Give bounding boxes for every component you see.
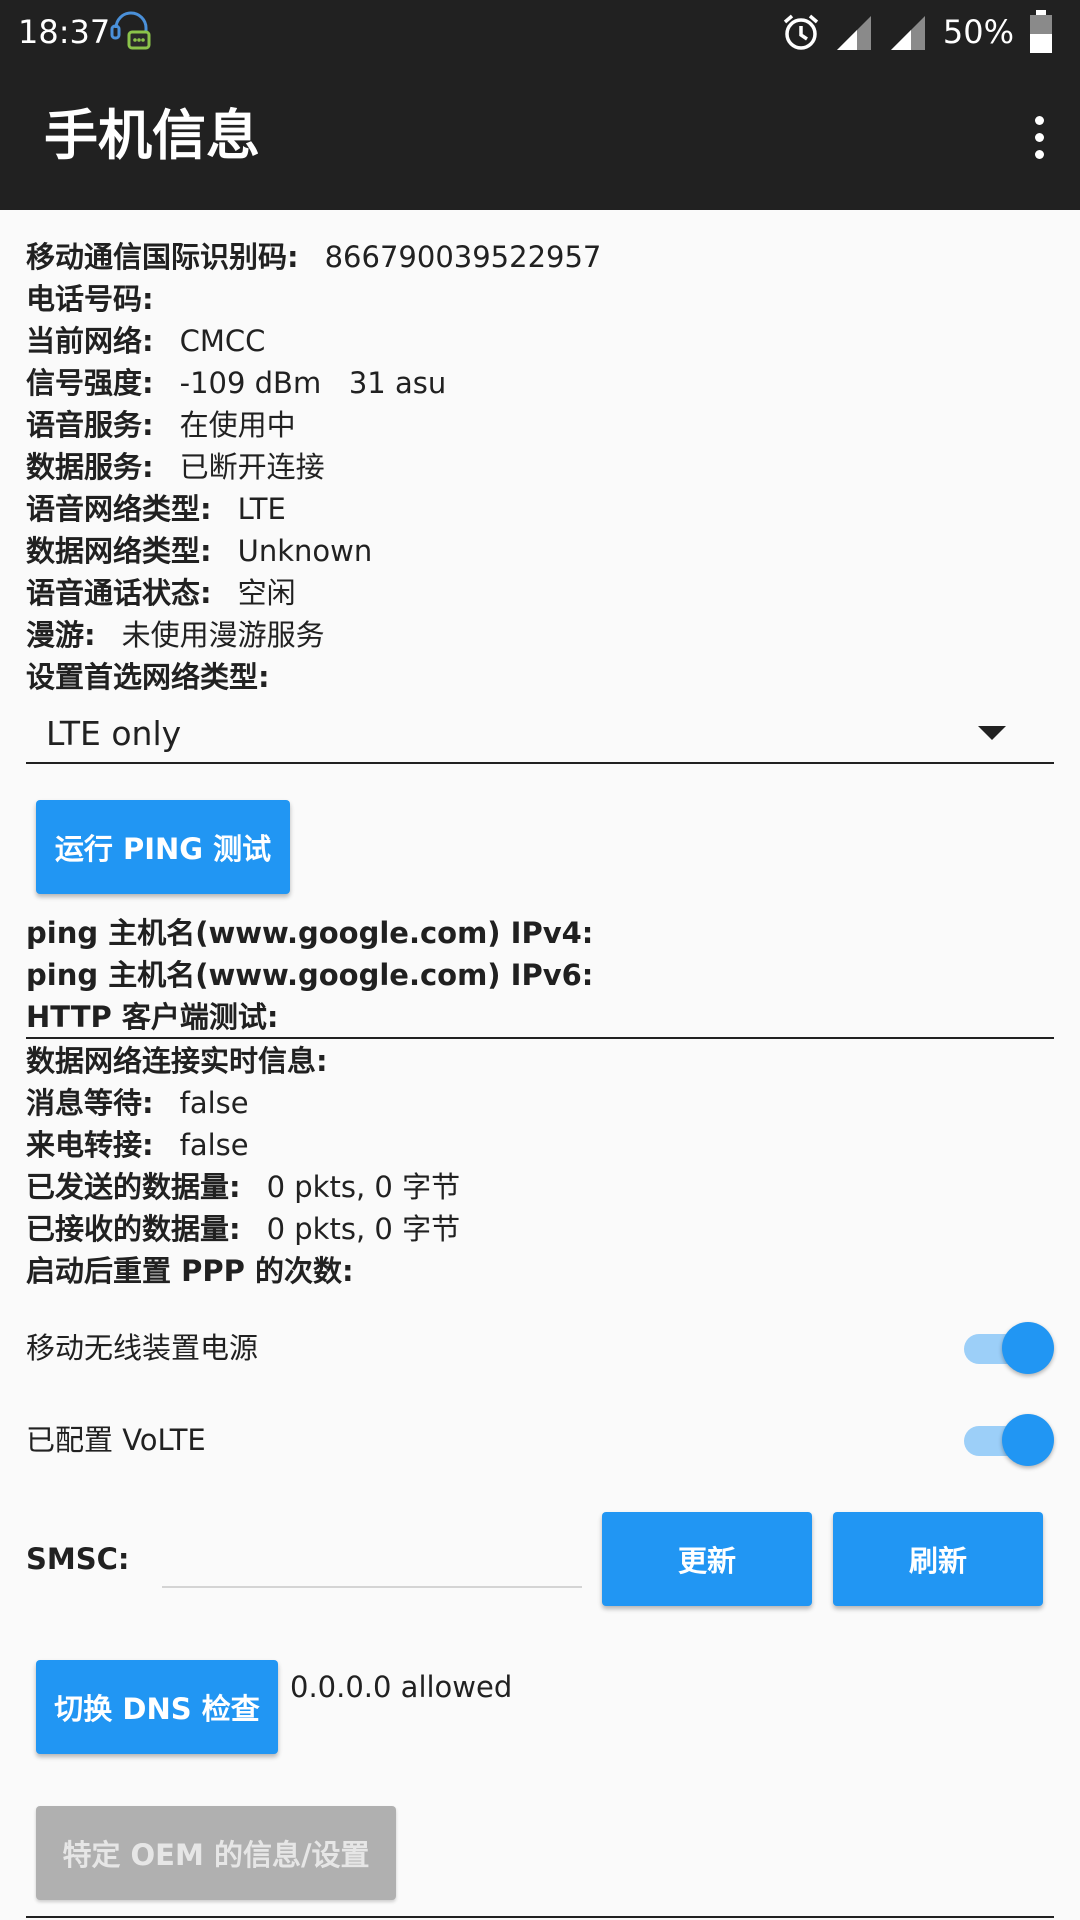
data-network-type-label: 数据网络类型: — [26, 534, 212, 568]
current-network-value: CMCC — [179, 324, 266, 358]
volte-label: 已配置 VoLTE — [26, 1423, 206, 1457]
message-waiting-label: 消息等待: — [26, 1086, 154, 1120]
radio-power-row: 移动无线装置电源 — [26, 1318, 1056, 1378]
phone-info-list: 移动通信国际识别码: 866790039522957 电话号码: 当前网络: CMC… — [26, 236, 1056, 698]
dropdown-arrow-icon — [978, 726, 1006, 740]
realtime-data-row: 数据网络连接实时信息: — [26, 1040, 1056, 1082]
signal-strength-row: 信号强度: -109 dBm 31 asu — [26, 362, 1056, 404]
switch-thumb — [1002, 1322, 1054, 1374]
toggle-dns-check-button[interactable]: 切换 DNS 检查 — [36, 1660, 278, 1754]
current-network-label: 当前网络: — [26, 324, 154, 358]
roaming-label: 漫游: — [26, 618, 96, 652]
preferred-network-row: 设置首选网络类型: — [26, 656, 1056, 698]
run-ping-test-button[interactable]: 运行 PING 测试 — [36, 800, 290, 894]
call-forwarding-row: 来电转接: false — [26, 1124, 1056, 1166]
app-bar: 手机信息 — [0, 64, 1080, 210]
call-state-row: 语音通话状态: 空闲 — [26, 572, 1056, 614]
phone-number-label: 电话号码: — [26, 282, 154, 316]
voice-network-type-row: 语音网络类型: LTE — [26, 488, 1056, 530]
overflow-menu-icon[interactable] — [1024, 112, 1054, 162]
data-service-row: 数据服务: 已断开连接 — [26, 446, 1056, 488]
data-received-value: 0 pkts, 0 字节 — [266, 1212, 461, 1246]
divider — [26, 1037, 1054, 1039]
battery-icon — [1030, 10, 1052, 53]
switch-thumb — [1002, 1414, 1054, 1466]
data-network-type-row: 数据网络类型: Unknown — [26, 530, 1056, 572]
imei-value: 866790039522957 — [324, 240, 602, 274]
radio-power-switch[interactable] — [964, 1322, 1054, 1376]
call-forwarding-label: 来电转接: — [26, 1128, 154, 1162]
call-state-label: 语音通话状态: — [26, 576, 212, 610]
voice-service-value: 在使用中 — [179, 408, 296, 442]
battery-level: 50% — [942, 13, 1014, 51]
status-time: 18:37 — [18, 13, 111, 51]
radio-power-label: 移动无线装置电源 — [26, 1331, 259, 1365]
volte-switch[interactable] — [964, 1414, 1054, 1468]
voice-network-type-label: 语音网络类型: — [26, 492, 212, 526]
preferred-network-dropdown[interactable]: LTE only — [26, 706, 1054, 764]
dns-status: 0.0.0.0 allowed — [290, 1670, 513, 1704]
voice-network-type-value: LTE — [237, 492, 286, 526]
call-state-value: 空闲 — [237, 576, 296, 610]
data-received-row: 已接收的数据量: 0 pkts, 0 字节 — [26, 1208, 1056, 1250]
oem-settings-button[interactable]: 特定 OEM 的信息/设置 — [36, 1806, 396, 1900]
status-icons: 50% — [767, 10, 1054, 54]
signal-strength-label: 信号强度: — [26, 366, 154, 400]
bottom-divider — [26, 1916, 1054, 1918]
current-network-row: 当前网络: CMCC — [26, 320, 1056, 362]
signal-icon — [890, 16, 925, 50]
volte-row: 已配置 VoLTE — [26, 1410, 1056, 1470]
message-waiting-row: 消息等待: false — [26, 1082, 1056, 1124]
imei-row: 移动通信国际识别码: 866790039522957 — [26, 236, 1056, 278]
signal-icon — [836, 16, 871, 50]
data-received-label: 已接收的数据量: — [26, 1212, 241, 1246]
smsc-input[interactable] — [162, 1540, 582, 1588]
smsc-label: SMSC: — [26, 1542, 130, 1576]
data-sent-label: 已发送的数据量: — [26, 1170, 241, 1204]
roaming-value: 未使用漫游服务 — [121, 618, 325, 652]
data-sent-row: 已发送的数据量: 0 pkts, 0 字节 — [26, 1166, 1056, 1208]
phone-number-row: 电话号码: — [26, 278, 1056, 320]
ping-ipv6-label: ping 主机名(www.google.com) IPv6: — [26, 958, 594, 992]
preferred-network-label: 设置首选网络类型: — [26, 660, 270, 694]
voice-service-row: 语音服务: 在使用中 — [26, 404, 1056, 446]
preferred-network-selected: LTE only — [46, 714, 182, 753]
smsc-update-button[interactable]: 更新 — [602, 1512, 812, 1606]
realtime-data-label: 数据网络连接实时信息: — [26, 1044, 328, 1078]
data-service-value: 已断开连接 — [179, 450, 325, 484]
smsc-refresh-button[interactable]: 刷新 — [833, 1512, 1043, 1606]
ppp-reset-row: 启动后重置 PPP 的次数: — [26, 1250, 1056, 1292]
voice-service-label: 语音服务: — [26, 408, 154, 442]
data-service-label: 数据服务: — [26, 450, 154, 484]
alarm-icon — [783, 14, 819, 50]
ppp-reset-label: 启动后重置 PPP 的次数: — [26, 1254, 354, 1288]
ping-ipv4-label: ping 主机名(www.google.com) IPv4: — [26, 916, 594, 950]
ping-results: ping 主机名(www.google.com) IPv4: ping 主机名(… — [26, 912, 1056, 1038]
status-bar: 18:37 50% — [0, 0, 1080, 64]
http-client-test-label: HTTP 客户端测试: — [26, 1000, 279, 1034]
imei-label: 移动通信国际识别码: — [26, 240, 299, 274]
roaming-row: 漫游: 未使用漫游服务 — [26, 614, 1056, 656]
call-forwarding-value: false — [179, 1128, 249, 1162]
message-waiting-value: false — [179, 1086, 249, 1120]
data-network-type-value: Unknown — [237, 534, 373, 568]
signal-strength-value: -109 dBm 31 asu — [179, 366, 447, 400]
chat-bubble-icon — [110, 11, 151, 50]
data-sent-value: 0 pkts, 0 字节 — [266, 1170, 461, 1204]
page-title: 手机信息 — [44, 104, 260, 167]
data-connection-info: 数据网络连接实时信息: 消息等待: false 来电转接: false 已发送的数据… — [26, 1040, 1056, 1292]
